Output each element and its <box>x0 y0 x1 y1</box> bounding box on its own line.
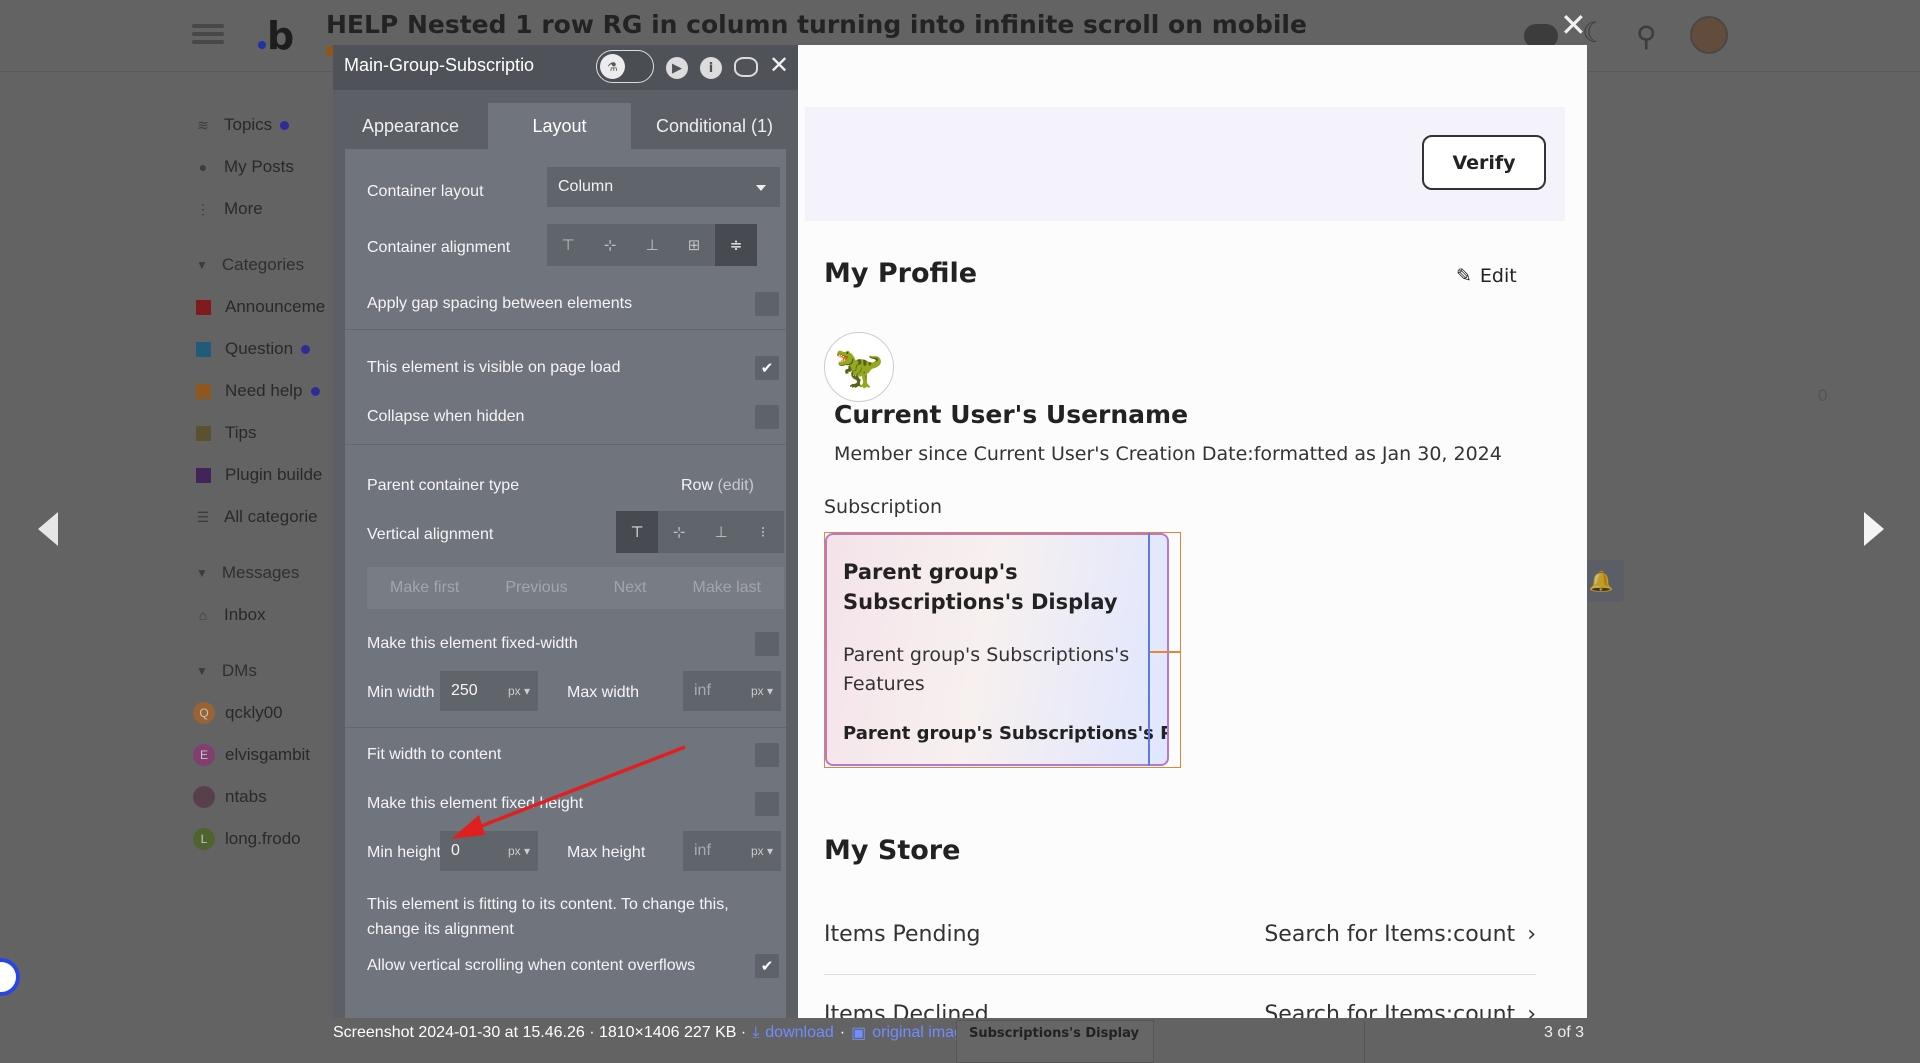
subscription-features: Parent group's Subscriptions's Features <box>843 644 1130 695</box>
selection-guide <box>1148 533 1150 766</box>
edit-button[interactable]: ✎ Edit <box>1456 265 1517 287</box>
store-row-value: Search for Items:count <box>1264 1002 1516 1018</box>
next-image-arrow-icon[interactable] <box>1864 512 1884 546</box>
username: Current User's Username <box>834 400 1189 429</box>
store-row-label: Items Pending <box>824 922 981 947</box>
dinosaur-avatar-icon: 🦖 <box>824 332 894 402</box>
image-meta: Screenshot 2024-01-30 at 15.46.26 · 1810… <box>333 1024 747 1041</box>
previous-image-arrow-icon[interactable] <box>38 512 58 546</box>
subscription-display: Parent group's Subscriptions's Display <box>843 560 1118 614</box>
store-row-value: Search for Items:count <box>1264 922 1516 947</box>
store-heading: My Store <box>824 835 961 866</box>
chevron-right-icon: › <box>1527 1002 1536 1018</box>
edit-label: Edit <box>1479 265 1517 287</box>
app-preview: Verify My Profile ✎ Edit 🦖 Current User's… <box>798 45 1587 1018</box>
pencil-icon: ✎ <box>1456 265 1472 287</box>
download-link[interactable]: download <box>765 1024 834 1042</box>
download-icon[interactable]: ⤓ <box>752 1024 759 1042</box>
subscription-card[interactable]: Parent group's Subscriptions's Display P… <box>825 533 1169 766</box>
profile-heading: My Profile <box>824 258 978 289</box>
thumbnail[interactable]: Subscriptions's Display <box>956 1020 1154 1063</box>
close-lightbox-icon[interactable]: ✕ <box>1560 6 1587 44</box>
verify-button[interactable]: Verify <box>1422 135 1546 190</box>
store-row-pending[interactable]: Items Pending Search for Items:count › <box>824 895 1536 975</box>
subscription-label: Subscription <box>824 496 943 518</box>
member-since: Member since Current User's Creation Dat… <box>834 443 1502 465</box>
image-caption: Screenshot 2024-01-30 at 15.46.26 · 1810… <box>333 1023 972 1043</box>
subscription-price: Parent group's Subscriptions's Pri <box>843 723 1169 744</box>
annotation-arrow-icon <box>451 745 686 839</box>
lightbox-image: Verify My Profile ✎ Edit 🦖 Current User's… <box>333 45 1587 1018</box>
store-row-label: Items Declined <box>824 1002 989 1018</box>
store-row-declined[interactable]: Items Declined Search for Items:count › <box>824 975 1536 1018</box>
selection-guide <box>1150 651 1180 653</box>
property-editor: Main-Group-Subscriptio ⚗ ▶ i ✕ Appearanc… <box>333 45 798 1018</box>
chevron-right-icon: › <box>1527 922 1536 947</box>
thumbnail-text: Subscriptions's Display <box>969 1026 1139 1041</box>
page-counter: 3 of 3 <box>1544 1024 1585 1041</box>
image-icon[interactable]: ▣ <box>851 1023 866 1043</box>
thumbnail-divider <box>1364 1020 1564 1063</box>
